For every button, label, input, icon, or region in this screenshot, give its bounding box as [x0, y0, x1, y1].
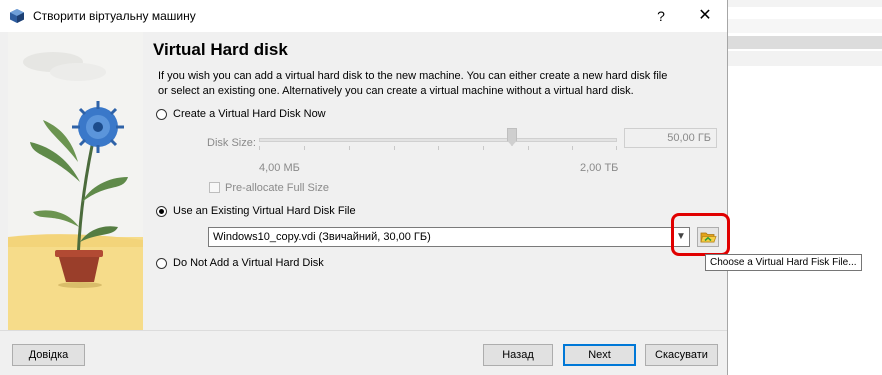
- next-button[interactable]: Next: [563, 344, 636, 366]
- background-strip-1: [728, 0, 882, 7]
- slider-tick: [349, 146, 350, 150]
- virtualbox-icon: [10, 9, 24, 23]
- create-disk-radio[interactable]: [156, 109, 167, 120]
- preallocate-label: Pre-allocate Full Size: [225, 182, 329, 194]
- slider-tick: [394, 146, 395, 150]
- existing-disk-select[interactable]: Windows10_copy.vdi (Звичайний, 30,00 ГБ)…: [208, 227, 690, 247]
- background-strip-2: [728, 19, 882, 33]
- use-existing-radio[interactable]: [156, 206, 167, 217]
- slider-tick: [616, 146, 617, 150]
- create-disk-label[interactable]: Create a Virtual Hard Disk Now: [173, 108, 326, 120]
- slider-tick: [528, 146, 529, 150]
- background-strip-3: [728, 36, 882, 49]
- back-button[interactable]: Назад: [483, 344, 553, 366]
- help-button[interactable]: Довідка: [12, 344, 85, 366]
- title-bar: Створити віртуальну машину ? ✕: [0, 0, 727, 32]
- slider-tick: [572, 146, 573, 150]
- close-icon[interactable]: ✕: [690, 5, 720, 27]
- disk-size-slider[interactable]: [259, 138, 617, 142]
- slider-tick: [438, 146, 439, 150]
- window-title: Створити віртуальну машину: [33, 9, 196, 23]
- cancel-button[interactable]: Скасувати: [645, 344, 718, 366]
- slider-tick: [259, 146, 260, 150]
- choose-file-tooltip: Choose a Virtual Hard Fisk File...: [705, 254, 862, 271]
- slider-tick: [304, 146, 305, 150]
- help-icon[interactable]: ?: [650, 5, 672, 27]
- slider-tick: [483, 146, 484, 150]
- slider-min-label: 4,00 МБ: [259, 162, 300, 174]
- disk-size-label: Disk Size:: [207, 137, 256, 149]
- create-vm-dialog: Створити віртуальну машину ? ✕ Virtual H…: [0, 0, 730, 375]
- page-heading: Virtual Hard disk: [153, 40, 288, 59]
- background-strip-4: [728, 51, 882, 66]
- footer-divider: [0, 330, 727, 331]
- disk-size-input[interactable]: 50,00 ГБ: [624, 128, 717, 148]
- annotation-highlight: [671, 213, 730, 256]
- existing-disk-value: Windows10_copy.vdi (Звичайний, 30,00 ГБ): [213, 231, 431, 243]
- slider-max-label: 2,00 ТБ: [580, 162, 619, 174]
- no-disk-radio[interactable]: [156, 258, 167, 269]
- flower-illustration: [8, 32, 143, 330]
- preallocate-checkbox[interactable]: [209, 182, 220, 193]
- no-disk-label[interactable]: Do Not Add a Virtual Hard Disk: [173, 257, 324, 269]
- use-existing-label[interactable]: Use an Existing Virtual Hard Disk File: [173, 205, 356, 217]
- page-description: If you wish you can add a virtual hard d…: [158, 70, 668, 97]
